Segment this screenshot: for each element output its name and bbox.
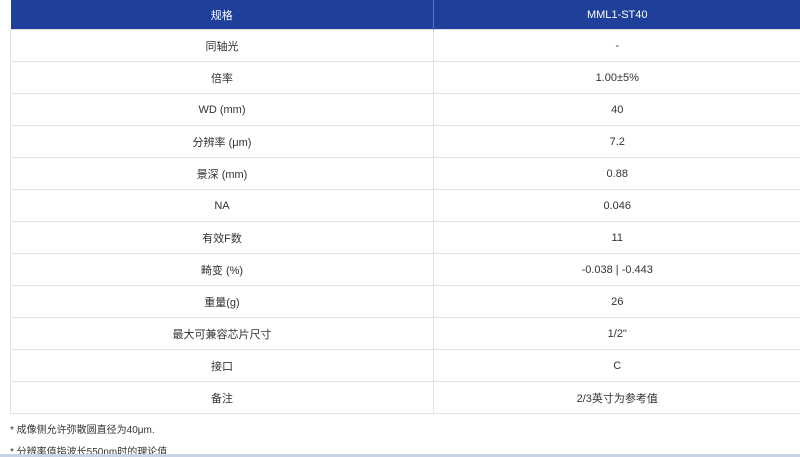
row-value: 0.88 (433, 157, 800, 190)
row-value: 1/2" (433, 317, 800, 350)
table-row: 重量(g) 26 (10, 285, 800, 318)
row-label: 同轴光 (10, 29, 434, 62)
row-label: 重量(g) (10, 285, 434, 318)
header-spec: 规格 (10, 0, 434, 30)
table-row: 景深 (mm) 0.88 (10, 157, 800, 190)
table-row: 备注 2/3英寸为参考值 (10, 381, 800, 414)
row-label: 最大可兼容芯片尺寸 (10, 317, 434, 350)
row-label: 接口 (10, 349, 434, 382)
footnote-circle-of-confusion: * 成像侧允许弥散圆直径为40μm. (10, 425, 155, 436)
row-value: 7.2 (433, 125, 800, 158)
table-row: 倍率 1.00±5% (10, 61, 800, 94)
table-row: 有效F数 11 (10, 221, 800, 254)
table-row: 分辨率 (μm) 7.2 (10, 125, 800, 158)
header-model: MML1-ST40 (433, 0, 800, 30)
spec-table: 规格 MML1-ST40 同轴光 - 倍率 1.00±5% WD (mm) 40… (10, 0, 800, 414)
row-label: 有效F数 (10, 221, 434, 254)
row-value: 11 (433, 221, 800, 254)
row-value: C (433, 349, 800, 382)
row-value: 0.046 (433, 189, 800, 222)
row-value: 2/3英寸为参考值 (433, 381, 800, 414)
table-row: 最大可兼容芯片尺寸 1/2" (10, 317, 800, 350)
row-value: - (433, 29, 800, 62)
row-value: 26 (433, 285, 800, 318)
table-row: WD (mm) 40 (10, 93, 800, 126)
row-value: 1.00±5% (433, 61, 800, 94)
table-row: 同轴光 - (10, 29, 800, 62)
row-label: 景深 (mm) (10, 157, 434, 190)
footnotes: * 成像侧允许弥散圆直径为40μm. * 分辨率值指波长550nm时的理论值. (10, 420, 170, 457)
row-value: 40 (433, 93, 800, 126)
row-label: 倍率 (10, 61, 434, 94)
row-label: WD (mm) (10, 93, 434, 126)
page: 规格 MML1-ST40 同轴光 - 倍率 1.00±5% WD (mm) 40… (0, 0, 800, 457)
row-label: 分辨率 (μm) (10, 125, 434, 158)
row-label: 备注 (10, 381, 434, 414)
row-label: 畸变 (%) (10, 253, 434, 286)
table-row: 畸变 (%) -0.038 | -0.443 (10, 253, 800, 286)
table-row: 接口 C (10, 349, 800, 382)
row-label: NA (10, 189, 434, 222)
table-row: NA 0.046 (10, 189, 800, 222)
table-header-row: 规格 MML1-ST40 (10, 0, 800, 30)
row-value: -0.038 | -0.443 (433, 253, 800, 286)
